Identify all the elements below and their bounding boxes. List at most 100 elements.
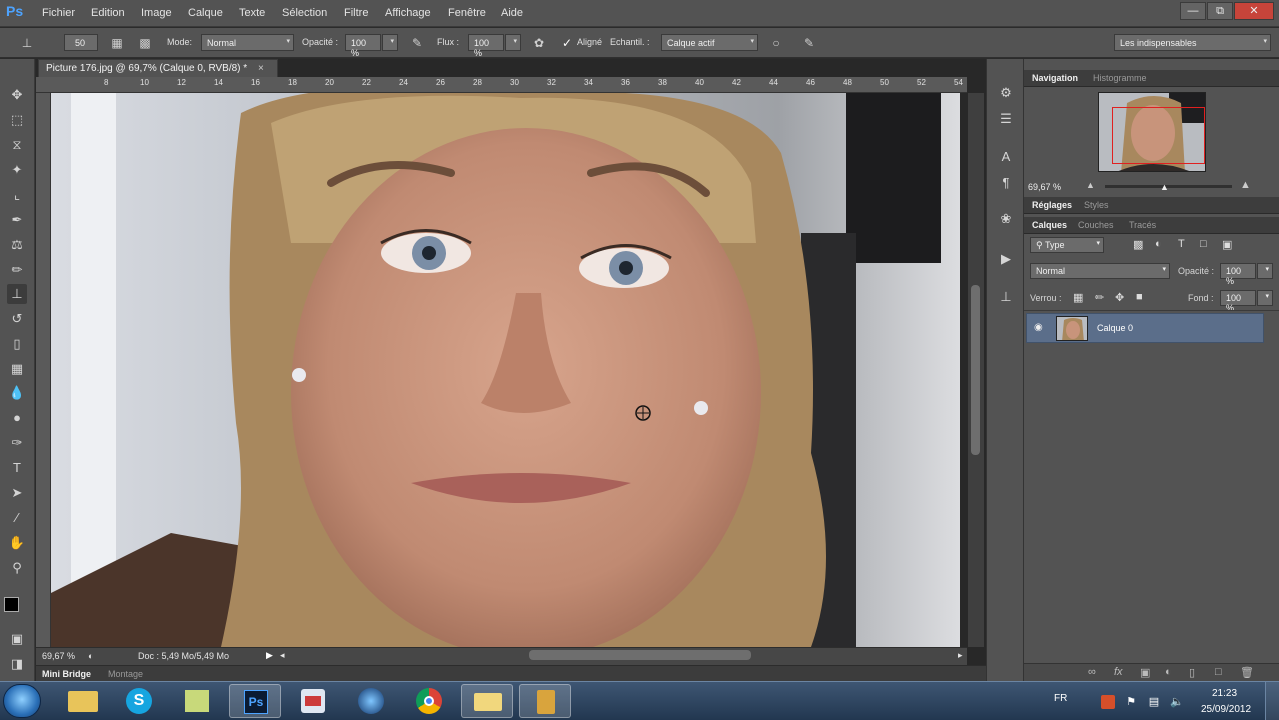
- aligned-checkbox[interactable]: ✓: [558, 34, 576, 52]
- network-icon[interactable]: ▤: [1147, 695, 1161, 709]
- lock-all-icon[interactable]: ■: [1136, 291, 1143, 303]
- lasso-icon[interactable]: ⧖: [7, 135, 27, 155]
- navigator-zoom[interactable]: 69,67 %: [1028, 182, 1061, 192]
- type-icon[interactable]: T: [7, 458, 27, 478]
- tab-styles[interactable]: Styles: [1084, 200, 1109, 210]
- eraser-icon[interactable]: ▯: [7, 334, 27, 354]
- lock-transparent-icon[interactable]: ▦: [1073, 291, 1083, 304]
- blend-mode-select[interactable]: Normal ▾: [1030, 263, 1170, 279]
- slider-handle-icon[interactable]: ▲: [1160, 182, 1169, 192]
- opacity-dropdown[interactable]: ▾: [382, 34, 398, 51]
- start-button[interactable]: [3, 684, 41, 718]
- fill-field[interactable]: 100 %: [1220, 290, 1256, 313]
- zoom-in-icon[interactable]: ▲: [1240, 179, 1251, 191]
- layer-mask-icon[interactable]: ▣: [1140, 666, 1150, 679]
- language-indicator[interactable]: FR: [1054, 693, 1067, 704]
- layer-opacity-dropdown[interactable]: ▾: [1257, 263, 1273, 279]
- history-brush-icon[interactable]: ↺: [7, 309, 27, 329]
- line-icon[interactable]: ∕: [7, 508, 27, 528]
- chrome-icon[interactable]: [403, 684, 455, 718]
- clock-time[interactable]: 21:23: [1212, 688, 1237, 699]
- crop-icon[interactable]: ⌞: [7, 185, 27, 205]
- filter-pixel-icon[interactable]: ▩: [1133, 238, 1143, 251]
- menu-fenetre[interactable]: Fenêtre: [448, 7, 486, 19]
- workspace-select[interactable]: Les indispensables ▾: [1114, 34, 1271, 51]
- eye-icon[interactable]: ◉: [1034, 322, 1043, 333]
- brush-panel-icon[interactable]: ▦: [108, 34, 126, 52]
- horizontal-scroll-thumb[interactable]: [529, 650, 751, 660]
- volume-icon[interactable]: 🔈: [1170, 695, 1184, 709]
- opacity-field[interactable]: 100 %: [345, 34, 381, 58]
- new-adjustment-icon[interactable]: ◐: [1165, 666, 1172, 678]
- filter-type-icon[interactable]: T: [1178, 238, 1185, 250]
- pen-icon[interactable]: ✑: [7, 433, 27, 453]
- zoom-out-icon[interactable]: ▲: [1086, 180, 1095, 190]
- scroll-left-icon[interactable]: ◂: [280, 650, 285, 661]
- layer-opacity-field[interactable]: 100 %: [1220, 263, 1256, 286]
- navigator-view-box[interactable]: [1112, 107, 1205, 164]
- quick-select-icon[interactable]: ✦: [7, 160, 27, 180]
- layer-style-icon[interactable]: fx: [1114, 666, 1123, 678]
- document-tab[interactable]: Picture 176.jpg @ 69,7% (Calque 0, RVB/8…: [38, 59, 278, 77]
- layer-name[interactable]: Calque 0: [1097, 323, 1133, 333]
- sample-select[interactable]: Calque actif ▾: [661, 34, 758, 51]
- menu-fichier[interactable]: Fichier: [42, 7, 75, 19]
- lock-position-icon[interactable]: ✥: [1115, 291, 1124, 304]
- scroll-right-icon[interactable]: ▸: [958, 650, 963, 661]
- clone-stamp-icon[interactable]: ⊥: [7, 284, 27, 304]
- action-center-icon[interactable]: ⚑: [1124, 695, 1138, 709]
- menu-image[interactable]: Image: [141, 7, 172, 19]
- marquee-icon[interactable]: ⬚: [7, 110, 27, 130]
- vertical-scroll-thumb[interactable]: [971, 285, 980, 455]
- eyedropper-icon[interactable]: ✒: [7, 210, 27, 230]
- tray-app-icon[interactable]: [1101, 695, 1115, 709]
- clone-source-icon[interactable]: ▩: [136, 34, 154, 52]
- properties-icon[interactable]: ☰: [996, 109, 1016, 129]
- tab-calques[interactable]: Calques: [1032, 220, 1067, 230]
- trash-icon[interactable]: 🗑: [1240, 666, 1254, 679]
- menu-aide[interactable]: Aide: [501, 7, 523, 19]
- foreground-color-swatch[interactable]: [4, 597, 19, 612]
- clock-date[interactable]: 25/09/2012: [1201, 704, 1251, 715]
- link-layers-icon[interactable]: ∞: [1088, 666, 1096, 678]
- media-player-icon[interactable]: [345, 684, 397, 718]
- filter-smart-icon[interactable]: ▣: [1222, 238, 1232, 251]
- gradient-icon[interactable]: ▦: [7, 359, 27, 379]
- menu-texte[interactable]: Texte: [239, 7, 265, 19]
- minimize-icon[interactable]: —: [1180, 2, 1206, 20]
- tab-couches[interactable]: Couches: [1078, 220, 1114, 230]
- sticky-notes-icon[interactable]: [171, 684, 223, 718]
- menu-edition[interactable]: Edition: [91, 7, 125, 19]
- actions-play-icon[interactable]: ▶: [996, 249, 1016, 269]
- tab-navigation[interactable]: Navigation: [1032, 73, 1078, 83]
- fill-dropdown[interactable]: ▾: [1257, 290, 1273, 306]
- skype-icon[interactable]: S: [113, 684, 165, 718]
- tab-histogramme[interactable]: Histogramme: [1093, 73, 1147, 83]
- blur-icon[interactable]: 💧: [7, 383, 27, 403]
- pressure-size-icon[interactable]: ✎: [800, 34, 818, 52]
- explorer-icon[interactable]: [57, 684, 109, 718]
- media-app-icon[interactable]: [287, 684, 339, 718]
- tab-mini-bridge[interactable]: Mini Bridge: [42, 669, 91, 679]
- layer-row[interactable]: ◉ Calque 0: [1026, 313, 1264, 343]
- menu-filtre[interactable]: Filtre: [344, 7, 368, 19]
- menu-selection[interactable]: Sélection: [282, 7, 327, 19]
- tab-montage[interactable]: Montage: [108, 669, 143, 679]
- ignore-adjustment-icon[interactable]: ○: [767, 34, 785, 52]
- hand-icon[interactable]: ✋: [7, 533, 27, 553]
- image-canvas[interactable]: [51, 93, 960, 647]
- folder-window-icon[interactable]: [461, 684, 513, 718]
- dodge-icon[interactable]: ●: [7, 408, 27, 428]
- path-select-icon[interactable]: ➤: [7, 483, 27, 503]
- status-menu-icon[interactable]: ▶: [266, 650, 273, 661]
- quick-mask-icon[interactable]: ▣: [7, 629, 27, 649]
- screen-mode-icon[interactable]: ◨: [7, 654, 27, 674]
- pressure-opacity-icon[interactable]: ✎: [408, 34, 426, 52]
- clone-source-panel-icon[interactable]: ⊥: [996, 287, 1016, 307]
- healing-brush-icon[interactable]: ⚖: [7, 235, 27, 255]
- history-icon[interactable]: ⚙: [996, 83, 1016, 103]
- brush-icon[interactable]: ✏: [7, 260, 27, 280]
- new-group-icon[interactable]: ▯: [1189, 666, 1195, 679]
- lock-pixels-icon[interactable]: ✏: [1095, 291, 1104, 304]
- clone-stamp-preset-icon[interactable]: ⊥: [18, 34, 36, 52]
